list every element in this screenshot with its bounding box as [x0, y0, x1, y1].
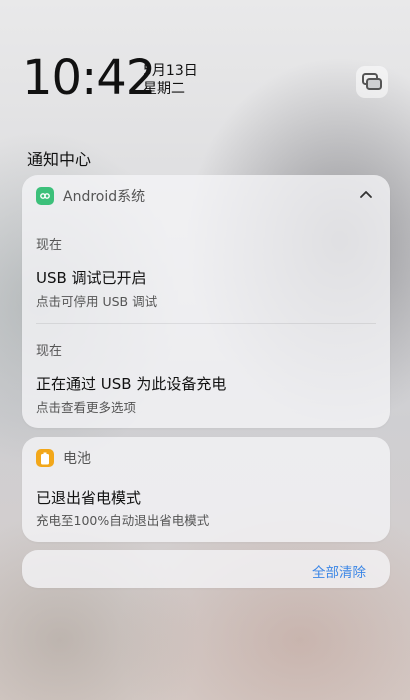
date-block: 5月13日 星期二 [143, 62, 198, 98]
notification-center-title: 通知中心 [27, 150, 92, 169]
notification-time: 现在 [36, 238, 63, 253]
battery-notification[interactable]: 电池 已退出省电模式 充电至100%自动退出省电模式 [22, 437, 390, 542]
date: 5月13日 [143, 63, 198, 79]
notification-subtitle: 点击可停用 USB 调试 [36, 294, 158, 309]
battery-icon [36, 449, 54, 467]
collapse-chevron-icon[interactable] [358, 187, 374, 203]
clock: 10:42 [22, 50, 156, 106]
weekday: 星期二 [143, 81, 185, 97]
notification-time: 现在 [36, 344, 63, 359]
app-header: 电池 [36, 448, 91, 468]
app-name: 电池 [63, 451, 91, 467]
notification-manage-icon[interactable] [356, 66, 388, 98]
clear-all-bar: 全部清除 [22, 550, 390, 588]
app-name: Android系统 [63, 189, 146, 205]
android-system-icon [36, 187, 54, 205]
notification-title: USB 调试已开启 [36, 269, 147, 287]
notification-title: 正在通过 USB 为此设备充电 [36, 375, 227, 393]
divider [36, 323, 376, 324]
app-header: Android系统 [36, 186, 145, 206]
notification-subtitle: 点击查看更多选项 [36, 400, 137, 415]
notification-title: 已退出省电模式 [36, 489, 142, 507]
notification-subtitle: 充电至100%自动退出省电模式 [36, 513, 210, 528]
clear-all-button[interactable]: 全部清除 [312, 561, 366, 581]
android-notification-group[interactable]: Android系统 现在 USB 调试已开启 点击可停用 USB 调试 现在 正… [22, 175, 390, 428]
